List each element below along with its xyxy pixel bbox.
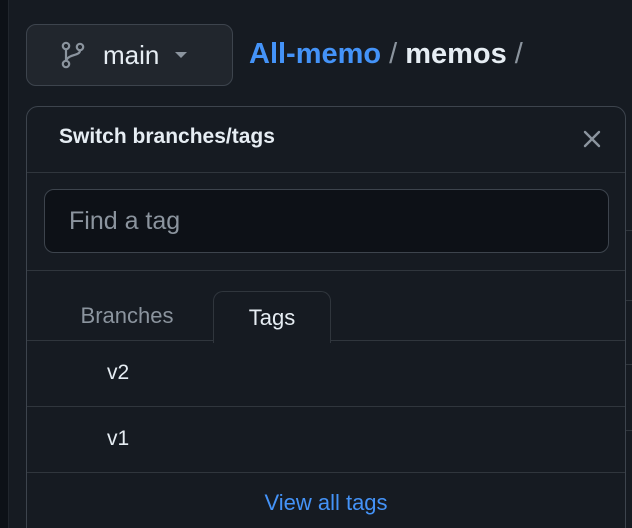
dropdown-title: Switch branches/tags xyxy=(59,125,275,148)
tab-branches[interactable]: Branches xyxy=(57,291,197,341)
list-item[interactable]: v2 xyxy=(27,341,625,407)
page: main All-memo / memos / Switch branches/… xyxy=(0,0,632,528)
list-item[interactable]: v1 xyxy=(27,407,625,473)
close-icon[interactable] xyxy=(580,127,604,151)
git-branch-icon xyxy=(61,41,85,69)
branch-tag-dropdown: Switch branches/tags Branches Tags v2 v1… xyxy=(26,106,626,528)
tag-name: v1 xyxy=(107,427,130,450)
breadcrumb-owner-link[interactable]: All-memo xyxy=(249,38,381,71)
branch-select-button[interactable]: main xyxy=(26,24,233,86)
search-container xyxy=(27,173,625,271)
dropdown-header: Switch branches/tags xyxy=(27,107,625,173)
breadcrumb-repo-link[interactable]: memos xyxy=(405,38,507,71)
breadcrumb-separator: / xyxy=(389,37,398,70)
breadcrumb: All-memo / memos / xyxy=(249,32,531,76)
chevron-down-icon xyxy=(175,52,188,58)
tag-name: v2 xyxy=(107,361,130,384)
breadcrumb-separator-trailing: / xyxy=(514,37,523,70)
branch-name-label: main xyxy=(103,39,160,70)
find-tag-input[interactable] xyxy=(44,189,609,253)
tab-bar: Branches Tags xyxy=(27,271,625,343)
tab-tags[interactable]: Tags xyxy=(213,291,331,343)
view-all-tags-link[interactable]: View all tags xyxy=(27,473,625,528)
